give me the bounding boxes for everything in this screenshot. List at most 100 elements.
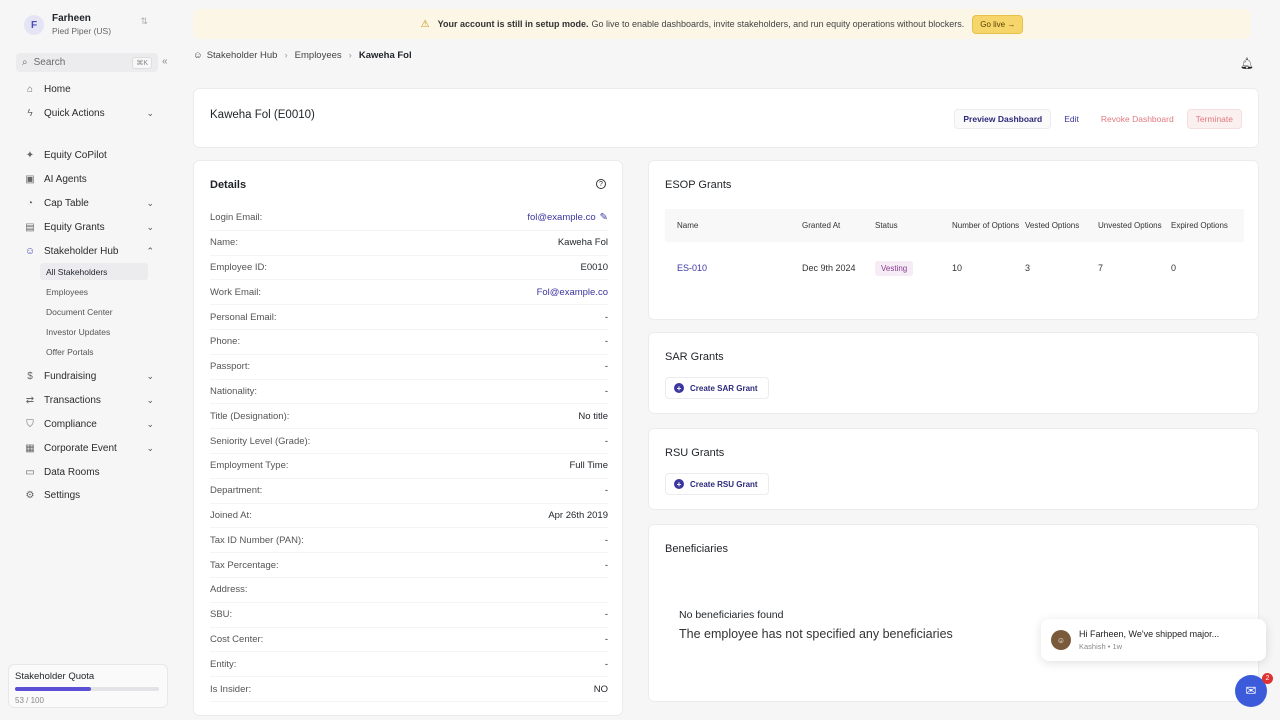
chat-icon: ✉ <box>1245 683 1257 698</box>
detail-row: Login Email: fol@example.co ✎ <box>210 206 608 231</box>
search-label: Search <box>33 57 66 68</box>
button-label: Create RSU Grant <box>690 479 758 489</box>
detail-value: - <box>604 534 608 546</box>
account-name: Farheen <box>52 13 91 24</box>
detail-label: Name: <box>210 237 238 249</box>
column-header: Status <box>875 221 898 230</box>
detail-label: Title (Designation): <box>210 410 290 422</box>
detail-label: Department: <box>210 485 263 497</box>
rsu-title: RSU Grants <box>665 447 725 459</box>
detail-value: E0010 <box>580 261 608 273</box>
sidebar-item-label: Data Rooms <box>44 466 100 478</box>
table-row[interactable]: ES-010 Dec 9th 2024 Vesting 10 3 7 0 <box>665 242 1244 294</box>
detail-label: Tax Percentage: <box>210 559 279 571</box>
folder-icon: ▭ <box>25 466 35 478</box>
search-input[interactable]: ⌕ Search ⌘K <box>16 53 158 72</box>
chevron-down-icon: ⌄ <box>146 442 154 453</box>
chevron-up-icon: ⌃ <box>146 245 154 256</box>
status-cell: Vesting <box>875 260 952 276</box>
unvested-options: 7 <box>1098 263 1104 273</box>
create-rsu-grant-button[interactable]: + Create RSU Grant <box>665 473 769 495</box>
detail-label: Cost Center: <box>210 633 264 645</box>
detail-value[interactable]: Fol@example.co <box>537 287 608 298</box>
plus-icon: + <box>674 383 684 393</box>
sidebar-subitem-investor-updates[interactable]: Investor Updates <box>40 323 148 340</box>
detail-value: Kaweha Fol <box>557 237 608 249</box>
edit-button[interactable]: Edit <box>1055 109 1088 129</box>
detail-value: Full Time <box>569 460 608 472</box>
sidebar-subitem-employees[interactable]: Employees <box>40 283 148 300</box>
chevron-down-icon: ⌄ <box>146 418 154 429</box>
sidebar-item-label: Home <box>44 83 71 95</box>
sidebar-subitem-offer-portals[interactable]: Offer Portals <box>40 343 148 360</box>
breadcrumb-current: Kaweha Fol <box>358 50 412 61</box>
sidebar-item-corporate-event[interactable]: ▦ Corporate Event ⌄ <box>24 439 154 457</box>
sidebar-item-ai-agents[interactable]: ▣ AI Agents <box>24 170 154 188</box>
rsu-grants-card: RSU Grants + Create RSU Grant <box>648 428 1259 510</box>
dollar-icon: $ <box>27 370 33 382</box>
banner-text: Go live to enable dashboards, invite sta… <box>591 19 965 29</box>
detail-value: - <box>604 559 608 571</box>
create-sar-grant-button[interactable]: + Create SAR Grant <box>665 377 769 399</box>
detail-value: - <box>604 633 608 645</box>
detail-value: - <box>604 658 608 670</box>
sidebar-item-settings[interactable]: ⚙ Settings <box>24 486 154 504</box>
expired-options: 0 <box>1171 263 1177 273</box>
gear-icon: ⚙ <box>25 489 35 501</box>
sidebar-item-cap-table[interactable]: ◔ Cap Table ⌄ <box>24 194 154 212</box>
sidebar-subitem-all-stakeholders[interactable]: All Stakeholders <box>40 263 148 280</box>
sidebar-item-label: Settings <box>44 489 81 501</box>
preview-dashboard-button[interactable]: Preview Dashboard <box>954 109 1052 129</box>
sar-grants-card: SAR Grants + Create SAR Grant <box>648 332 1259 414</box>
empty-state-title: No beneficiaries found <box>679 609 784 621</box>
quota-bar <box>15 687 159 691</box>
detail-label: Is Insider: <box>210 683 252 695</box>
status-badge: Vesting <box>875 260 914 276</box>
detail-row: Phone: - <box>210 330 608 355</box>
column-header: Name <box>677 221 699 230</box>
detail-value: - <box>604 385 608 397</box>
detail-row: Name: Kaweha Fol <box>210 231 608 256</box>
revoke-dashboard-button[interactable]: Revoke Dashboard <box>1091 109 1183 129</box>
breadcrumb-stakeholder-hub[interactable]: Stakeholder Hub <box>207 50 278 61</box>
collapse-sidebar-icon[interactable]: « <box>162 56 168 67</box>
detail-label: Work Email: <box>210 286 262 298</box>
detail-value[interactable]: fol@example.co <box>527 212 595 223</box>
chevron-down-icon: ⌄ <box>146 197 154 208</box>
plus-icon: + <box>674 479 684 489</box>
robot-icon: ▣ <box>25 173 35 185</box>
detail-row: Employee ID: E0010 <box>210 256 608 281</box>
detail-value: - <box>604 361 608 373</box>
edit-pencil-icon[interactable]: ✎ <box>600 212 608 223</box>
breadcrumb-employees[interactable]: Employees <box>295 50 342 61</box>
table-header: Name Granted At Status Number of Options… <box>665 209 1244 242</box>
detail-label: SBU: <box>210 609 233 621</box>
sidebar-item-equity-copilot[interactable]: ✦ Equity CoPilot <box>24 146 154 164</box>
header-actions: Preview Dashboard Edit Revoke Dashboard … <box>950 109 1242 129</box>
sidebar-item-data-rooms[interactable]: ▭ Data Rooms <box>24 463 154 481</box>
grant-name-link[interactable]: ES-010 <box>665 263 802 273</box>
sidebar-item-stakeholder-hub[interactable]: ☺ Stakeholder Hub ⌃ <box>24 242 154 260</box>
detail-value: - <box>604 311 608 323</box>
bell-icon[interactable]: 🔔︎ <box>1240 57 1254 70</box>
sidebar-item-label: Corporate Event <box>44 442 117 454</box>
detail-value: Apr 26th 2019 <box>548 509 608 521</box>
sidebar-item-transactions[interactable]: ⇄ Transactions ⌄ <box>24 391 154 409</box>
chat-notification[interactable]: ☺ Hi Farheen, We've shipped major... Kas… <box>1041 619 1266 661</box>
quota-label: Stakeholder Quota <box>15 671 95 682</box>
detail-value: - <box>604 435 608 447</box>
account-switcher[interactable]: F Farheen Pied Piper (US) ⇅ <box>16 10 156 40</box>
vested-options: 3 <box>1025 263 1031 273</box>
column-header: Granted At <box>802 221 841 230</box>
terminate-button[interactable]: Terminate <box>1186 109 1242 129</box>
sidebar-item-equity-grants[interactable]: ▤ Equity Grants ⌄ <box>24 218 154 236</box>
sidebar-item-home[interactable]: ⌂ Home <box>24 80 154 98</box>
details-card: Details ? Login Email: fol@example.co ✎ Nam… <box>193 160 623 716</box>
sidebar-item-quick-actions[interactable]: ϟ Quick Actions ⌄ <box>24 104 154 122</box>
sidebar-item-label: Compliance <box>44 418 97 430</box>
sidebar-item-compliance[interactable]: ⛉ Compliance ⌄ <box>24 415 154 433</box>
go-live-button[interactable]: Go live → <box>972 14 1024 34</box>
sidebar-item-fundraising[interactable]: $ Fundraising ⌄ <box>24 367 154 385</box>
sidebar-subitem-document-center[interactable]: Document Center <box>40 303 148 320</box>
help-icon[interactable]: ? <box>596 179 606 189</box>
